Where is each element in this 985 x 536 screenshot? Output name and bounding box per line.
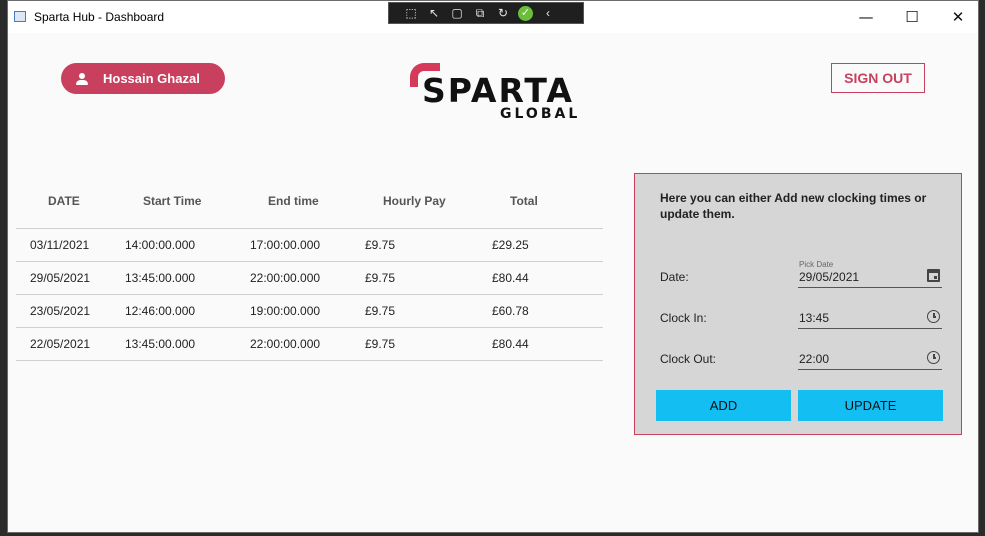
- column-header-total[interactable]: Total: [510, 194, 538, 208]
- clock-out-label: Clock Out:: [660, 352, 717, 366]
- date-value: 29/05/2021: [799, 270, 860, 284]
- cell-date: 03/11/2021: [30, 238, 90, 252]
- cell-end-time: 22:00:00.000: [250, 337, 321, 351]
- clock-in-time-picker[interactable]: 13:45: [798, 302, 942, 329]
- cell-start-time: 13:45:00.000: [125, 337, 196, 351]
- clock-icon[interactable]: [927, 310, 940, 323]
- cell-hourly-pay: £9.75: [365, 337, 396, 351]
- cell-start-time: 13:45:00.000: [125, 271, 196, 285]
- cell-total: £60.78: [492, 304, 529, 318]
- clock-out-time-picker[interactable]: 22:00: [798, 343, 942, 370]
- calendar-icon[interactable]: [927, 269, 940, 282]
- add-button[interactable]: ADD: [656, 390, 791, 421]
- date-label: Date:: [660, 270, 689, 284]
- cursor-icon[interactable]: ↖: [426, 6, 442, 20]
- table-row[interactable]: 29/05/2021 13:45:00.000 22:00:00.000 £9.…: [16, 261, 603, 294]
- cell-end-time: 19:00:00.000: [250, 304, 321, 318]
- sparta-global-logo: SPARTA GLOBAL: [410, 63, 580, 127]
- user-name: Hossain Ghazal: [103, 71, 200, 86]
- clocking-form-panel: Here you can either Add new clocking tim…: [634, 173, 962, 435]
- cell-total: £80.44: [492, 271, 529, 285]
- date-picker[interactable]: Pick Date 29/05/2021: [798, 260, 942, 288]
- table-row[interactable]: 03/11/2021 14:00:00.000 17:00:00.000 £9.…: [16, 228, 603, 261]
- select-element-icon[interactable]: ⬚: [403, 6, 419, 20]
- app-window-icon: [14, 11, 26, 22]
- hot-reload-icon[interactable]: ↻: [495, 6, 511, 20]
- sign-out-button[interactable]: SIGN OUT: [831, 63, 925, 93]
- clock-out-value: 22:00: [799, 352, 830, 366]
- cell-date: 22/05/2021: [30, 337, 91, 351]
- cell-start-time: 12:46:00.000: [125, 304, 196, 318]
- table-header: DATE Start Time End time Hourly Pay Tota…: [16, 187, 603, 228]
- clocking-table: DATE Start Time End time Hourly Pay Tota…: [16, 187, 603, 361]
- cell-total: £80.44: [492, 337, 529, 351]
- layout-icon[interactable]: ⧉: [472, 6, 488, 20]
- cell-end-time: 22:00:00.000: [250, 271, 321, 285]
- panel-intro-text: Here you can either Add new clocking tim…: [660, 191, 927, 221]
- cell-total: £29.25: [492, 238, 529, 252]
- minimize-button[interactable]: —: [843, 1, 889, 33]
- window-title: Sparta Hub - Dashboard: [34, 10, 165, 24]
- check-icon[interactable]: ✓: [518, 5, 533, 21]
- column-header-date[interactable]: DATE: [48, 194, 80, 208]
- collapse-icon[interactable]: ‹: [540, 6, 556, 20]
- date-picker-hint: Pick Date: [799, 260, 834, 269]
- clock-icon[interactable]: [927, 351, 940, 364]
- debug-toolbar: ⬚ ↖ ▢ ⧉ ↻ ✓ ‹: [388, 2, 584, 24]
- cell-date: 23/05/2021: [30, 304, 91, 318]
- table-row[interactable]: 22/05/2021 13:45:00.000 22:00:00.000 £9.…: [16, 327, 603, 361]
- column-header-hourly-pay[interactable]: Hourly Pay: [383, 194, 446, 208]
- cell-end-time: 17:00:00.000: [250, 238, 321, 252]
- close-button[interactable]: ✕: [935, 1, 981, 33]
- update-button[interactable]: UPDATE: [798, 390, 943, 421]
- table-row[interactable]: 23/05/2021 12:46:00.000 19:00:00.000 £9.…: [16, 294, 603, 327]
- logo-main-text: SPARTA: [422, 71, 574, 110]
- app-window: Sparta Hub - Dashboard — ☐ ✕ Hossain Gha…: [7, 0, 979, 533]
- user-icon: [75, 72, 89, 86]
- cell-hourly-pay: £9.75: [365, 238, 396, 252]
- cell-hourly-pay: £9.75: [365, 271, 396, 285]
- user-profile-button[interactable]: Hossain Ghazal: [61, 63, 225, 94]
- maximize-button[interactable]: ☐: [889, 1, 935, 33]
- clock-in-label: Clock In:: [660, 311, 707, 325]
- logo-sub-text: GLOBAL: [500, 106, 581, 122]
- clock-in-value: 13:45: [799, 311, 830, 325]
- cell-start-time: 14:00:00.000: [125, 238, 196, 252]
- cell-date: 29/05/2021: [30, 271, 91, 285]
- frame-icon[interactable]: ▢: [449, 6, 465, 20]
- column-header-end-time[interactable]: End time: [268, 194, 319, 208]
- cell-hourly-pay: £9.75: [365, 304, 396, 318]
- column-header-start-time[interactable]: Start Time: [143, 194, 201, 208]
